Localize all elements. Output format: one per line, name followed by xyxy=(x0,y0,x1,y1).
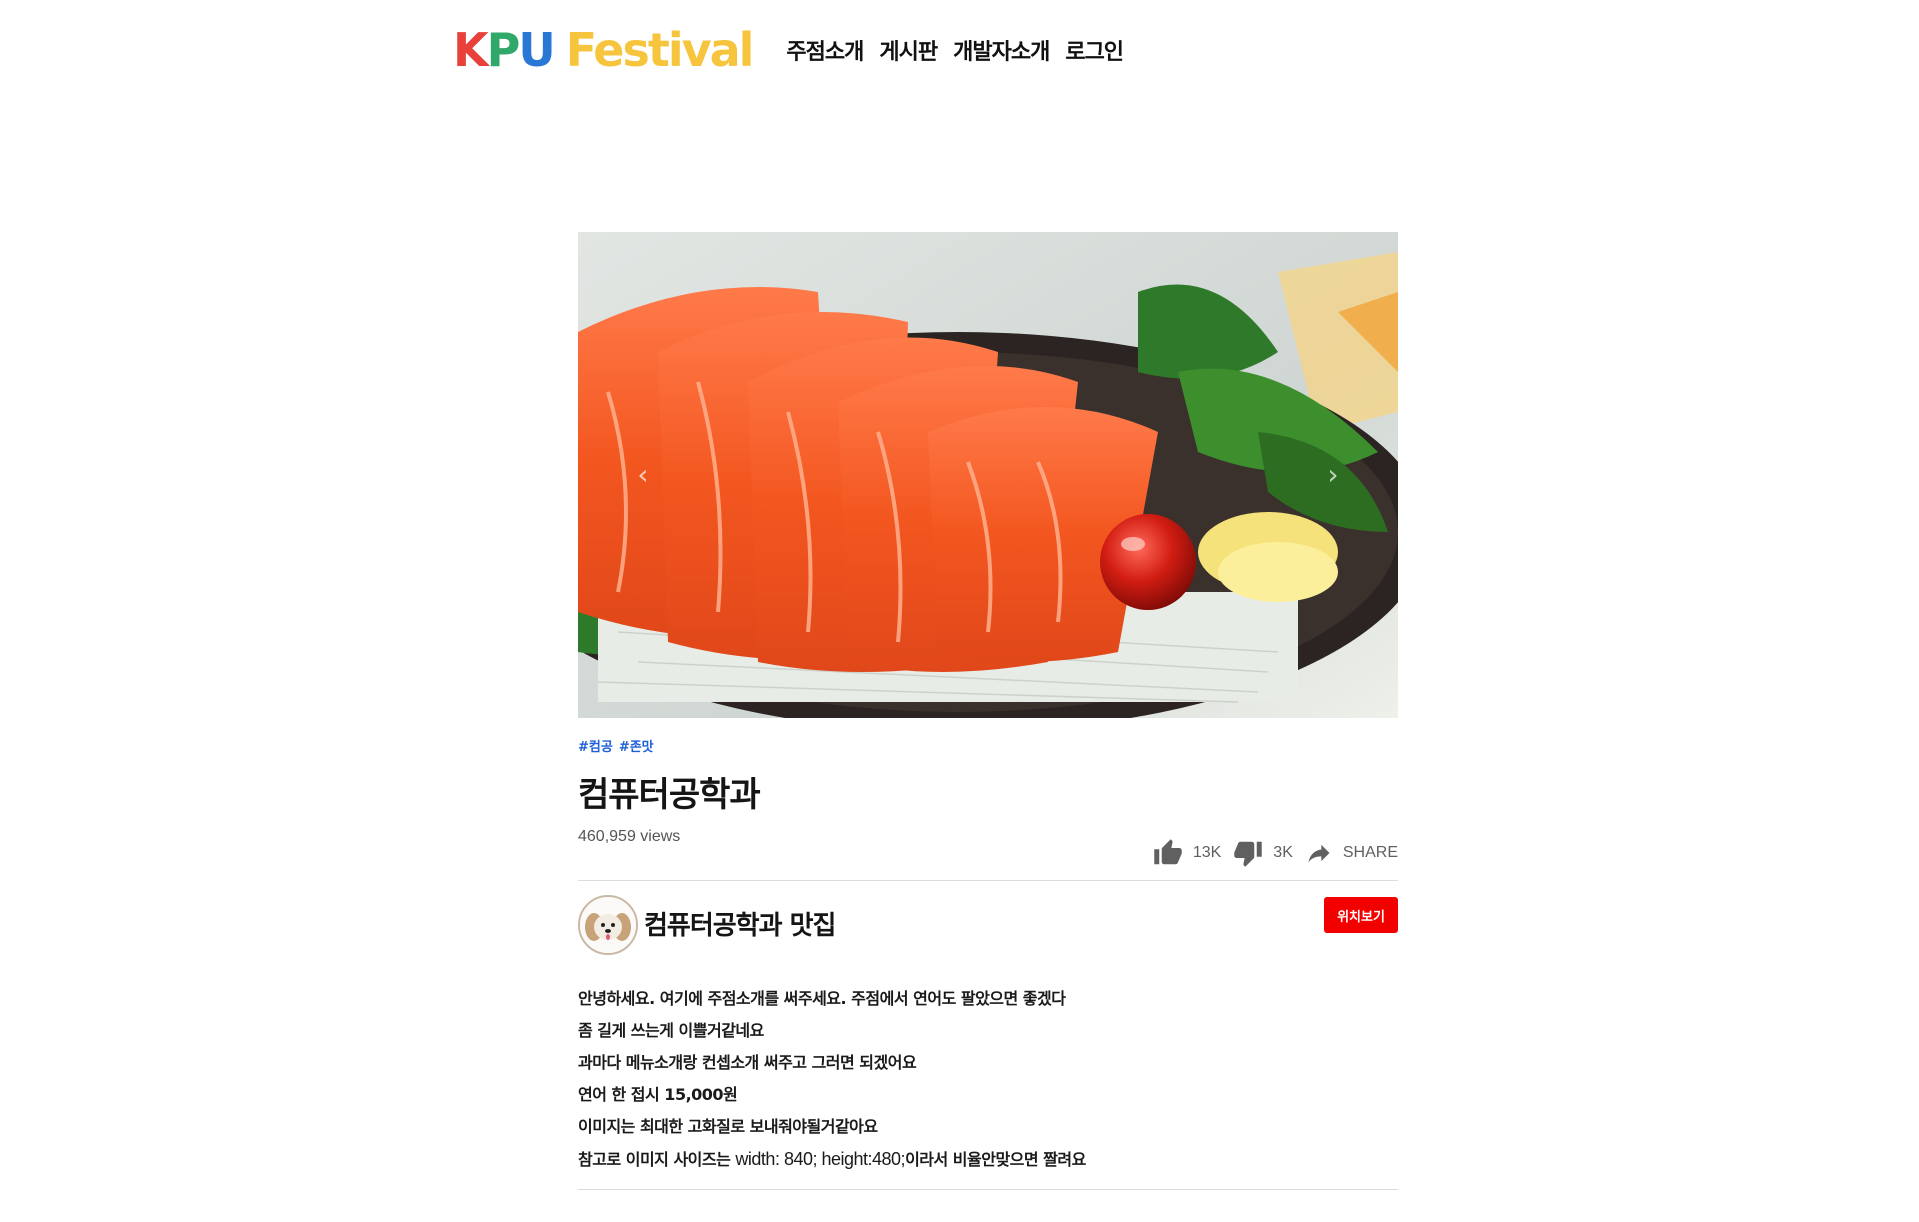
description-prefix: 참고로 이미지 사이즈는 xyxy=(578,1150,736,1169)
description-suffix: 이라서 비율안맞으면 짤려요 xyxy=(905,1150,1086,1169)
dislike-count: 3K xyxy=(1273,844,1293,861)
nav-item-login[interactable]: 로그인 xyxy=(1065,34,1124,66)
view-location-button[interactable]: 위치보기 xyxy=(1324,897,1398,933)
section-divider xyxy=(578,1189,1398,1190)
share-arrow-icon xyxy=(1308,844,1330,863)
hero-image-carousel[interactable]: ‹ › xyxy=(578,232,1398,718)
description-line: 연어 한 접시 15,000원 xyxy=(578,1085,738,1104)
post-container: ‹ › #컴공 #존맛 컴퓨터공학과 460,959 views 13K 3K xyxy=(578,232,1398,1190)
like-button[interactable]: 13K xyxy=(1151,838,1221,868)
nav-item-board[interactable]: 게시판 xyxy=(879,34,938,66)
post-meta-row: 460,959 views 13K 3K SHARE xyxy=(578,824,1398,868)
post-description: 안녕하세요. 여기에 주점소개를 써주세요. 주점에서 연어도 팔았으면 좋겠다… xyxy=(578,983,1398,1175)
view-count: 460,959 views xyxy=(578,828,681,845)
channel-row: 컴퓨터공학과 맛집 위치보기 xyxy=(578,895,1398,977)
share-button[interactable]: SHARE xyxy=(1303,839,1398,867)
avatar[interactable] xyxy=(578,895,638,955)
puppy-avatar-icon xyxy=(580,897,636,953)
dislike-button[interactable]: 3K xyxy=(1231,838,1293,868)
post-actions: 13K 3K SHARE xyxy=(1147,838,1398,868)
main-nav: 주점소개 게시판 개발자소개 로그인 xyxy=(786,34,1124,66)
description-line: 과마다 메뉴소개랑 컨셉소개 써주고 그러면 되겠어요 xyxy=(578,1053,917,1072)
like-count: 13K xyxy=(1192,844,1222,861)
nav-item-pub-intro[interactable]: 주점소개 xyxy=(786,34,864,66)
logo-letter-p: P xyxy=(486,23,521,77)
tag-item[interactable]: #존맛 xyxy=(619,736,654,755)
post-title: 컴퓨터공학과 xyxy=(578,775,761,815)
logo-letter-u: U xyxy=(518,23,555,77)
salmon-sashimi-image xyxy=(578,232,1398,718)
site-logo[interactable]: K P U Festival xyxy=(453,23,755,77)
description-line: 안녕하세요. 여기에 주점소개를 써주세요. 주점에서 연어도 팔았으면 좋겠다 xyxy=(578,989,1066,1008)
description-image-size: width: 840; height:480; xyxy=(735,1149,906,1169)
thumbs-up-icon xyxy=(1154,839,1182,865)
description-line: 이미지는 최대한 고화질로 보내줘야될거같아요 xyxy=(578,1117,878,1136)
logo-festival: Festival xyxy=(565,23,755,77)
tag-item[interactable]: #컴공 xyxy=(578,736,613,755)
description-line: 좀 길게 쓰는게 이쁠거같네요 xyxy=(578,1021,764,1040)
description-line: 참고로 이미지 사이즈는 width: 840; height:480;이라서 … xyxy=(578,1143,1398,1175)
logo-letter-k: K xyxy=(453,23,489,77)
tag-list: #컴공 #존맛 xyxy=(578,736,1398,755)
chevron-right-icon[interactable]: › xyxy=(1318,458,1348,492)
site-header: K P U Festival 주점소개 게시판 개발자소개 로그인 xyxy=(453,20,1124,80)
channel-name: 컴퓨터공학과 맛집 xyxy=(644,911,836,941)
chevron-left-icon[interactable]: ‹ xyxy=(628,458,658,492)
nav-item-developers[interactable]: 개발자소개 xyxy=(953,34,1050,66)
thumbs-down-icon xyxy=(1234,841,1263,867)
section-divider xyxy=(578,880,1398,881)
share-label: SHARE xyxy=(1342,844,1398,861)
